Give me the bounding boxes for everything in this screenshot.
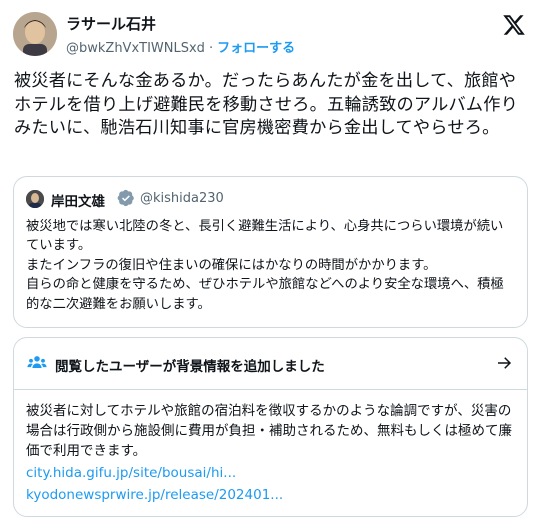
- follow-button[interactable]: フォローする: [217, 41, 295, 56]
- author-handle-row: @bwkZhVxTIWNLSxd · フォローする: [66, 37, 295, 56]
- quoted-author-handle: @kishida230: [140, 191, 224, 206]
- separator-dot: ·: [208, 41, 214, 56]
- quoted-text: 被災地では寒い北陸の冬と、長引く避難生活により、心身共につらい環境が続いています…: [26, 217, 516, 314]
- author-handle[interactable]: @bwkZhVxTIWNLSxd: [66, 41, 205, 56]
- arrow-right-icon[interactable]: [495, 354, 513, 372]
- note-source-link[interactable]: kyodonewsprwire.jp/release/202401...: [26, 484, 521, 506]
- quoted-text-line: 自らの命と健康を守るため、ぜひホテルや旅館などへのより安全な環境へ、積極的な二次…: [26, 277, 504, 312]
- author-name[interactable]: ラサール石井: [66, 13, 156, 34]
- community-note-title: 閲覧したユーザーが背景情報を追加しました: [55, 359, 325, 375]
- note-source-link[interactable]: city.hida.gifu.jp/site/bousai/hi...: [26, 462, 521, 484]
- people-icon: [27, 356, 47, 368]
- quoted-author-name: 岸田文雄: [51, 194, 105, 210]
- author-avatar[interactable]: [13, 12, 57, 56]
- quoted-author-avatar: [26, 190, 44, 208]
- verified-badge-icon: [117, 189, 134, 207]
- quoted-tweet[interactable]: 岸田文雄 @kishida230 被災地では寒い北陸の冬と、長引く避難生活により…: [13, 176, 528, 328]
- quoted-text-line: またインフラの復旧や住まいの確保にはかなりの時間がかかります。: [26, 257, 437, 273]
- community-note-header[interactable]: 閲覧したユーザーが背景情報を追加しました: [14, 338, 527, 390]
- quoted-text-line: 被災地では寒い北陸の冬と、長引く避難生活により、心身共につらい環境が続いています…: [26, 219, 504, 254]
- community-note: 閲覧したユーザーが背景情報を追加しました 被災者に対してホテルや旅館の宿泊料を徴…: [13, 337, 528, 517]
- community-note-body: 被災者に対してホテルや旅館の宿泊料を徴収するかのような論調ですが、災害の場合は行…: [26, 401, 521, 506]
- community-note-text: 被災者に対してホテルや旅館の宿泊料を徴収するかのような論調ですが、災害の場合は行…: [26, 403, 512, 460]
- tweet-text: 被災者にそんな金あるか。だったらあんたが金を出して、旅館やホテルを借り上げ避難民…: [14, 71, 519, 138]
- x-logo-icon[interactable]: [502, 13, 526, 37]
